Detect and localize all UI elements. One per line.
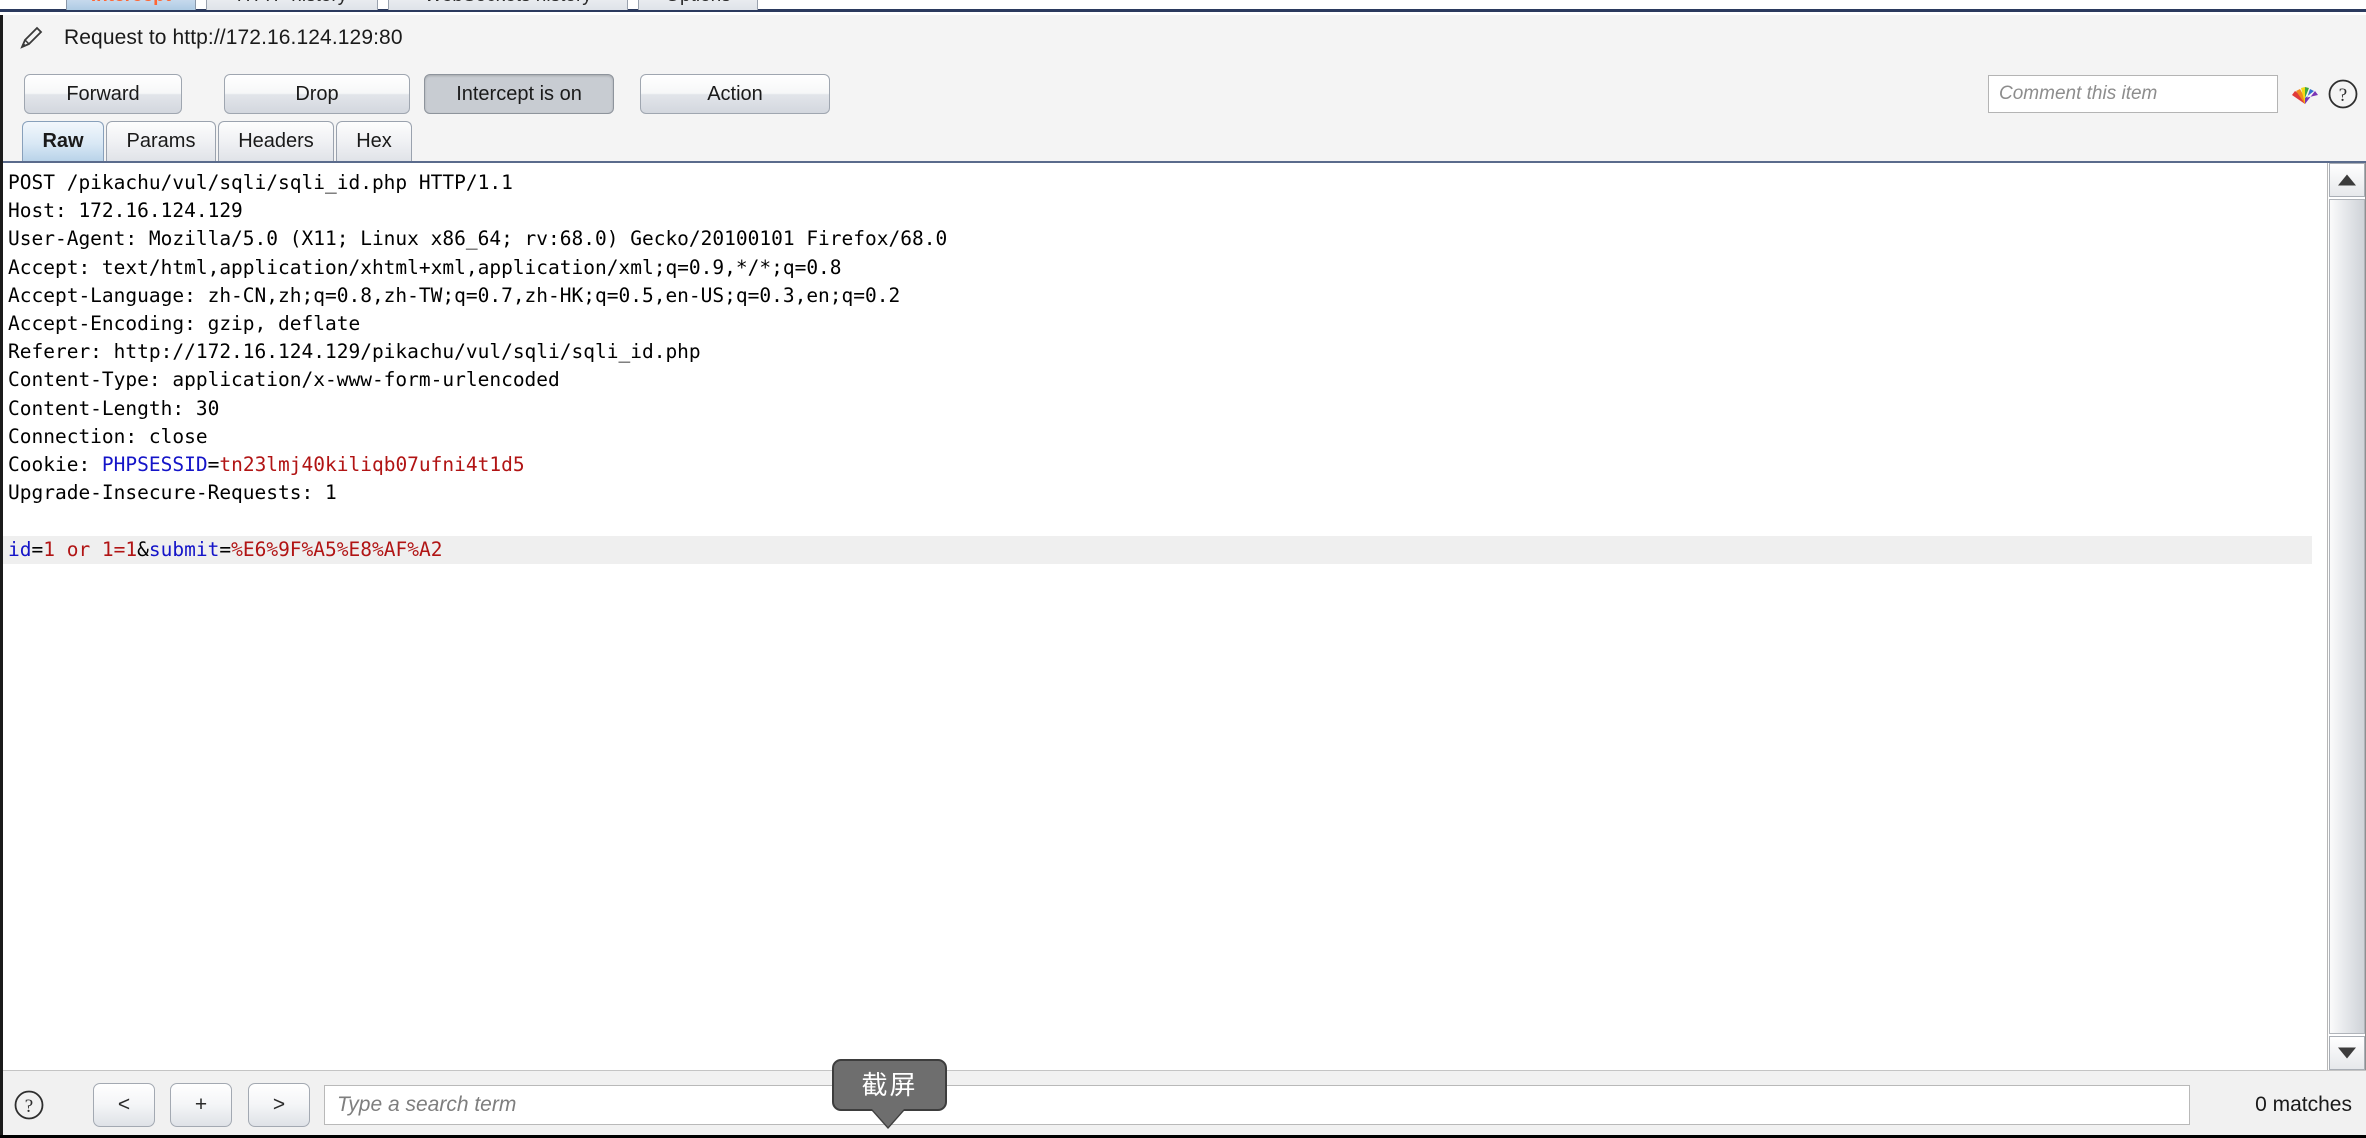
message-view-tab-strip: Raw Params Headers Hex xyxy=(0,119,2366,163)
search-input[interactable] xyxy=(324,1085,2190,1125)
header-line: Host: 172.16.124.129 xyxy=(8,199,243,223)
rainbow-highlight-icon[interactable] xyxy=(2288,77,2322,111)
help-icon[interactable]: ? xyxy=(2326,77,2360,111)
pencil-icon xyxy=(16,23,46,53)
editor-vertical-scrollbar[interactable] xyxy=(2327,163,2365,1070)
match-count-label: 0 matches xyxy=(2255,1093,2352,1116)
scroll-down-arrow-icon[interactable] xyxy=(2329,1036,2365,1070)
header-line: Content-Type: application/x-www-form-url… xyxy=(8,368,560,392)
tab-intercept[interactable]: Intercept xyxy=(66,0,196,10)
action-button[interactable]: Action xyxy=(640,74,830,114)
tab-options[interactable]: Options xyxy=(638,0,758,10)
header-line: Connection: close xyxy=(8,424,208,448)
tab-params[interactable]: Params xyxy=(106,121,216,161)
body-param-id-name: id xyxy=(8,537,32,561)
cookie-header-line: Cookie: PHPSESSID=tn23lmj40kiliqb07ufni4… xyxy=(8,453,525,476)
request-editor-pane[interactable]: POST /pikachu/vul/sqli/sqli_id.php HTTP/… xyxy=(0,163,2366,1070)
tab-raw[interactable]: Raw xyxy=(22,121,104,161)
request-header-bar: Request to http://172.16.124.129:80 xyxy=(0,15,2366,61)
header-line: Referer: http://172.16.124.129/pikachu/v… xyxy=(8,340,701,364)
cookie-value: tn23lmj40kiliqb07ufni4t1d5 xyxy=(219,453,525,477)
cookie-name: PHPSESSID xyxy=(101,453,208,477)
page-title: Request to http://172.16.124.129:80 xyxy=(64,26,403,49)
tab-http-history[interactable]: HTTP history xyxy=(206,0,378,10)
header-line: Accept-Encoding: gzip, deflate xyxy=(8,312,361,336)
header-line: Accept-Language: zh-CN,zh;q=0.8,zh-TW;q=… xyxy=(8,283,901,307)
screenshot-tooltip: 截屏 xyxy=(832,1059,947,1111)
body-param-submit-name: submit xyxy=(148,537,220,561)
drop-button[interactable]: Drop xyxy=(224,74,410,114)
body-param-submit-equals: = xyxy=(219,537,232,561)
forward-button[interactable]: Forward xyxy=(24,74,182,114)
body-param-separator: & xyxy=(137,537,149,561)
help-icon[interactable]: ? xyxy=(12,1088,46,1122)
svg-text:?: ? xyxy=(2339,85,2347,106)
intercept-toggle-button[interactable]: Intercept is on xyxy=(424,74,614,114)
window-left-edge xyxy=(0,15,3,1138)
comment-input[interactable] xyxy=(1988,75,2278,113)
scrollbar-thumb[interactable] xyxy=(2329,199,2365,1034)
search-prev-button[interactable]: < xyxy=(93,1083,155,1127)
header-line: Content-Length: 30 xyxy=(8,396,220,420)
header-line: Accept: text/html,application/xhtml+xml,… xyxy=(8,255,842,279)
cookie-equals: = xyxy=(207,453,220,477)
tab-headers[interactable]: Headers xyxy=(218,121,334,161)
scroll-up-arrow-icon[interactable] xyxy=(2329,163,2365,197)
main-tab-strip: Intercept HTTP history WebSockets histor… xyxy=(0,0,2366,12)
request-body-line: id=1 or 1=1&submit=%E6%9F%A5%E8%AF%A2 xyxy=(2,535,2312,564)
intercept-action-toolbar: Forward Drop Intercept is on Action ? xyxy=(0,61,2366,119)
svg-text:?: ? xyxy=(25,1096,33,1117)
tab-websockets-history[interactable]: WebSockets history xyxy=(388,0,628,10)
raw-request-text[interactable]: POST /pikachu/vul/sqli/sqli_id.php HTTP/… xyxy=(2,169,2323,564)
body-param-id-equals: = xyxy=(31,537,44,561)
header-line: Upgrade-Insecure-Requests: 1 xyxy=(8,481,337,505)
body-param-id-value: 1 or 1=1 xyxy=(43,537,138,561)
body-param-submit-value: %E6%9F%A5%E8%AF%A2 xyxy=(231,537,443,561)
request-line: POST /pikachu/vul/sqli/sqli_id.php HTTP/… xyxy=(8,171,513,194)
tab-hex[interactable]: Hex xyxy=(336,121,412,161)
search-add-button[interactable]: + xyxy=(170,1083,232,1127)
search-bar: ? < + > 0 matches xyxy=(0,1070,2366,1138)
search-next-button[interactable]: > xyxy=(248,1083,310,1127)
header-line: User-Agent: Mozilla/5.0 (X11; Linux x86_… xyxy=(8,227,948,251)
cookie-label: Cookie: xyxy=(8,453,102,477)
